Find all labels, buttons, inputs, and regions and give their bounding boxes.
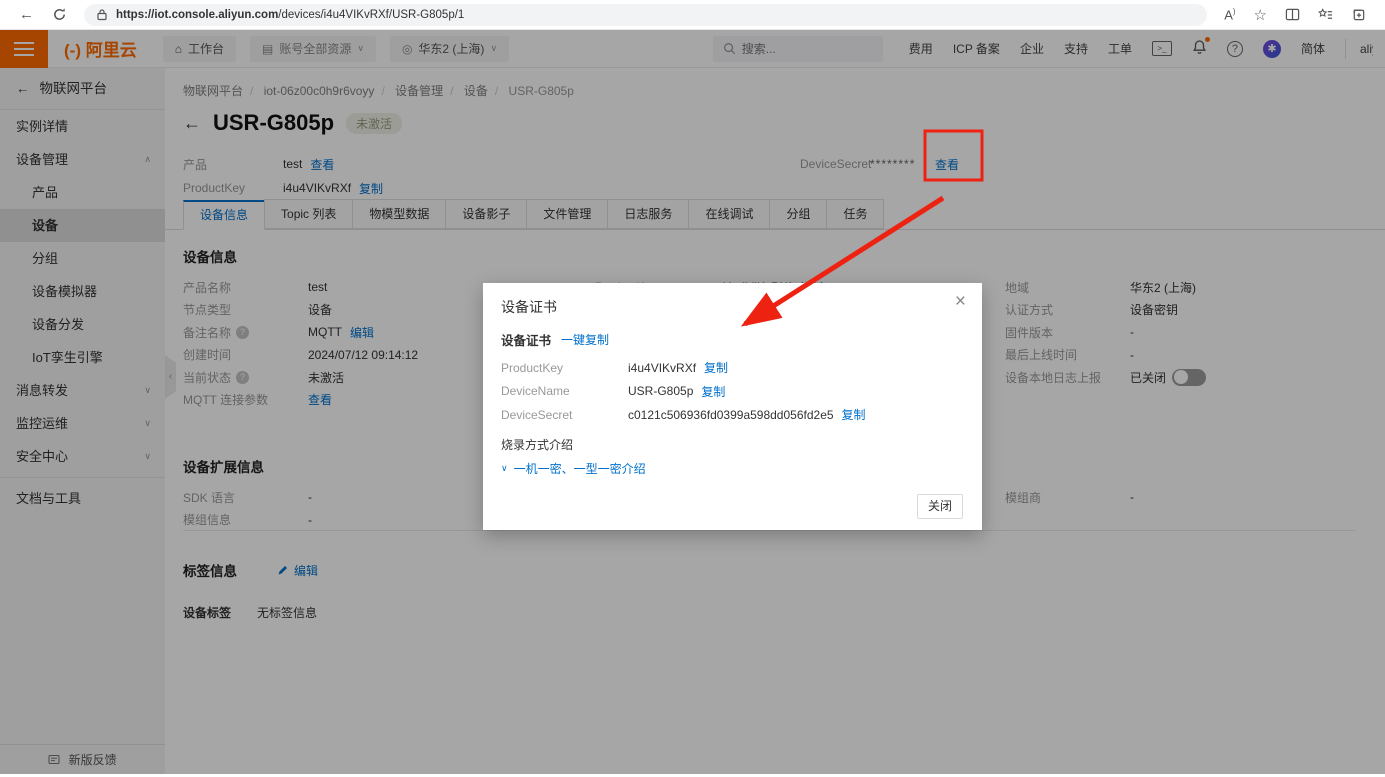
one-click-copy-link[interactable]: 一键复制 bbox=[561, 331, 609, 348]
lock-icon bbox=[97, 9, 107, 21]
burn-method-expand-link[interactable]: ∨ 一机一密、一型一密介绍 bbox=[501, 460, 646, 477]
chevron-down-icon: ∨ bbox=[501, 463, 508, 473]
close-button[interactable]: 关闭 bbox=[917, 494, 963, 519]
browser-refresh-icon[interactable] bbox=[52, 7, 67, 22]
favorites-bar-icon[interactable] bbox=[1318, 7, 1333, 22]
browser-back-icon[interactable]: ← bbox=[19, 6, 34, 23]
copy-devicename-link[interactable]: 复制 bbox=[701, 383, 725, 400]
modal-devicesecret-value: c0121c506936fd0399a598dd056fd2e5 bbox=[628, 407, 834, 422]
modal-productkey-value: i4u4VIKvRXf bbox=[628, 360, 697, 375]
split-screen-icon[interactable] bbox=[1285, 7, 1300, 22]
cert-section-label: 设备证书 bbox=[501, 334, 552, 348]
copy-productkey-link[interactable]: 复制 bbox=[704, 359, 728, 376]
favorite-star-icon[interactable]: ☆ bbox=[1254, 6, 1267, 24]
copy-devicesecret-link[interactable]: 复制 bbox=[842, 406, 866, 423]
close-icon[interactable]: × bbox=[955, 291, 966, 313]
browser-toolbar: ← https://iot.console.aliyun.com/devices… bbox=[0, 0, 1385, 30]
url-text: https://iot.console.aliyun.com/devices/i… bbox=[116, 8, 465, 21]
burn-method-title: 烧录方式介绍 bbox=[501, 438, 574, 452]
address-bar[interactable]: https://iot.console.aliyun.com/devices/i… bbox=[84, 3, 1208, 26]
device-certificate-dialog: 设备证书 × 设备证书 一键复制 ProductKey i4u4VIKvRXf … bbox=[483, 283, 982, 530]
read-aloud-icon[interactable]: A) bbox=[1224, 7, 1235, 22]
collections-icon[interactable] bbox=[1351, 7, 1366, 22]
modal-devicename-value: USR-G805p bbox=[628, 384, 694, 399]
dialog-title: 设备证书 bbox=[501, 299, 557, 315]
